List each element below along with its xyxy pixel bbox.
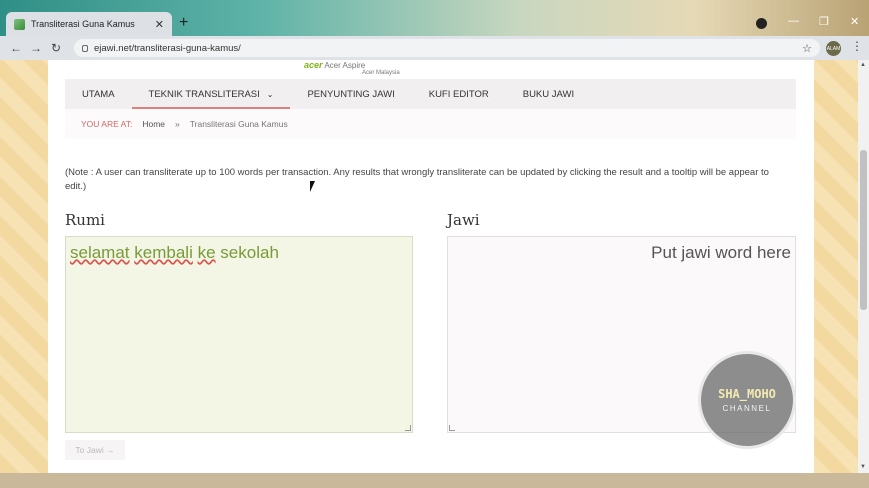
to-jawi-button[interactable]: To Jawi → (65, 440, 125, 460)
desktop-strip (0, 473, 869, 488)
rumi-word: kembali (134, 243, 193, 262)
site-favicon-icon (14, 18, 25, 30)
breadcrumb-home-link[interactable]: Home (142, 119, 165, 129)
breadcrumb-separator: » (175, 119, 180, 129)
channel-watermark: SHA_MOHO CHANNEL (698, 351, 796, 449)
lock-icon[interactable] (82, 44, 88, 52)
logo-line1: Acer Aspire (324, 61, 366, 70)
site-logo[interactable]: acer Acer Aspire Acer Malaysia (304, 60, 400, 76)
rumi-label: Rumi (65, 211, 105, 229)
rumi-input[interactable]: selamat kembali ke sekolah (65, 236, 413, 433)
new-tab-button[interactable]: + (179, 15, 188, 31)
main-navigation: UTAMA TEKNIK TRANSLITERASI ⌄ PENYUNTING J… (65, 79, 796, 109)
address-bar[interactable]: ejawi.net/transliterasi-guna-kamus/ ☆ (74, 39, 820, 57)
url-text[interactable]: ejawi.net/transliterasi-guna-kamus/ (94, 43, 796, 54)
nav-label: PENYUNTING JAWI (307, 88, 395, 100)
logo-line2: Acer Malaysia (362, 70, 400, 76)
breadcrumb: YOU ARE AT: Home » Transliterasi Guna Ka… (65, 109, 796, 139)
resize-handle-icon[interactable] (449, 425, 455, 431)
scrollbar-thumb[interactable] (860, 150, 867, 310)
rumi-word: ke (197, 243, 216, 262)
watermark-bottom: CHANNEL (722, 404, 772, 413)
forward-arrow-icon[interactable]: → (26, 41, 46, 55)
rumi-word: sekolah (220, 243, 279, 262)
browser-tab[interactable]: Transliterasi Guna Kamus ✕ (6, 12, 172, 36)
breadcrumb-current: Transliterasi Guna Kamus (189, 119, 288, 129)
close-tab-icon[interactable]: ✕ (155, 18, 164, 31)
breadcrumb-lead: YOU ARE AT: (81, 119, 133, 129)
bookmark-star-icon[interactable]: ☆ (802, 42, 812, 55)
tab-title: Transliterasi Guna Kamus (31, 19, 135, 29)
back-arrow-icon[interactable]: ← (6, 41, 26, 55)
nav-item-utama[interactable]: UTAMA (65, 79, 132, 109)
rumi-word: selamat (70, 243, 130, 262)
reload-icon[interactable]: ↻ (46, 41, 66, 55)
browser-toolbar: ← → ↻ ejawi.net/transliterasi-guna-kamus… (0, 36, 869, 60)
profile-menu-icon[interactable] (756, 18, 767, 29)
avatar[interactable]: ALAM (826, 41, 841, 56)
rumi-text[interactable]: selamat kembali ke sekolah (70, 243, 408, 263)
resize-handle-icon[interactable] (405, 425, 411, 431)
maximize-icon[interactable]: ❐ (819, 15, 829, 28)
mouse-cursor-icon (310, 181, 315, 192)
scrollbar[interactable]: ▲ ▼ (858, 60, 869, 473)
chevron-down-icon: ⌄ (266, 89, 274, 99)
nav-label: BUKU JAWI (522, 88, 575, 100)
watermark-top: SHA_MOHO (718, 387, 776, 401)
browser-tab-strip: Transliterasi Guna Kamus ✕ + — ❐ ✕ (0, 0, 869, 36)
jawi-label: Jawi (447, 211, 480, 229)
transliteration-note: (Note : A user can transliterate up to 1… (65, 167, 769, 192)
browser-menu-icon[interactable]: ⋮ (851, 39, 863, 53)
nav-label: TEKNIK TRANSLITERASI (148, 88, 260, 100)
minimize-icon[interactable]: — (788, 15, 799, 27)
nav-label: UTAMA (82, 88, 115, 100)
scroll-down-icon[interactable]: ▼ (860, 464, 866, 470)
nav-item-teknik-transliterasi[interactable]: TEKNIK TRANSLITERASI ⌄ (131, 79, 291, 109)
nav-label: KUFI EDITOR (428, 88, 489, 100)
logo-brand: acer (304, 60, 323, 70)
jawi-placeholder: Put jawi word here (651, 243, 791, 262)
nav-item-buku-jawi[interactable]: BUKU JAWI (506, 79, 591, 109)
nav-item-kufi-editor[interactable]: KUFI EDITOR (412, 79, 506, 109)
close-window-icon[interactable]: ✕ (850, 15, 859, 28)
nav-item-penyunting-jawi[interactable]: PENYUNTING JAWI (290, 79, 411, 109)
scroll-up-icon[interactable]: ▲ (860, 62, 866, 68)
